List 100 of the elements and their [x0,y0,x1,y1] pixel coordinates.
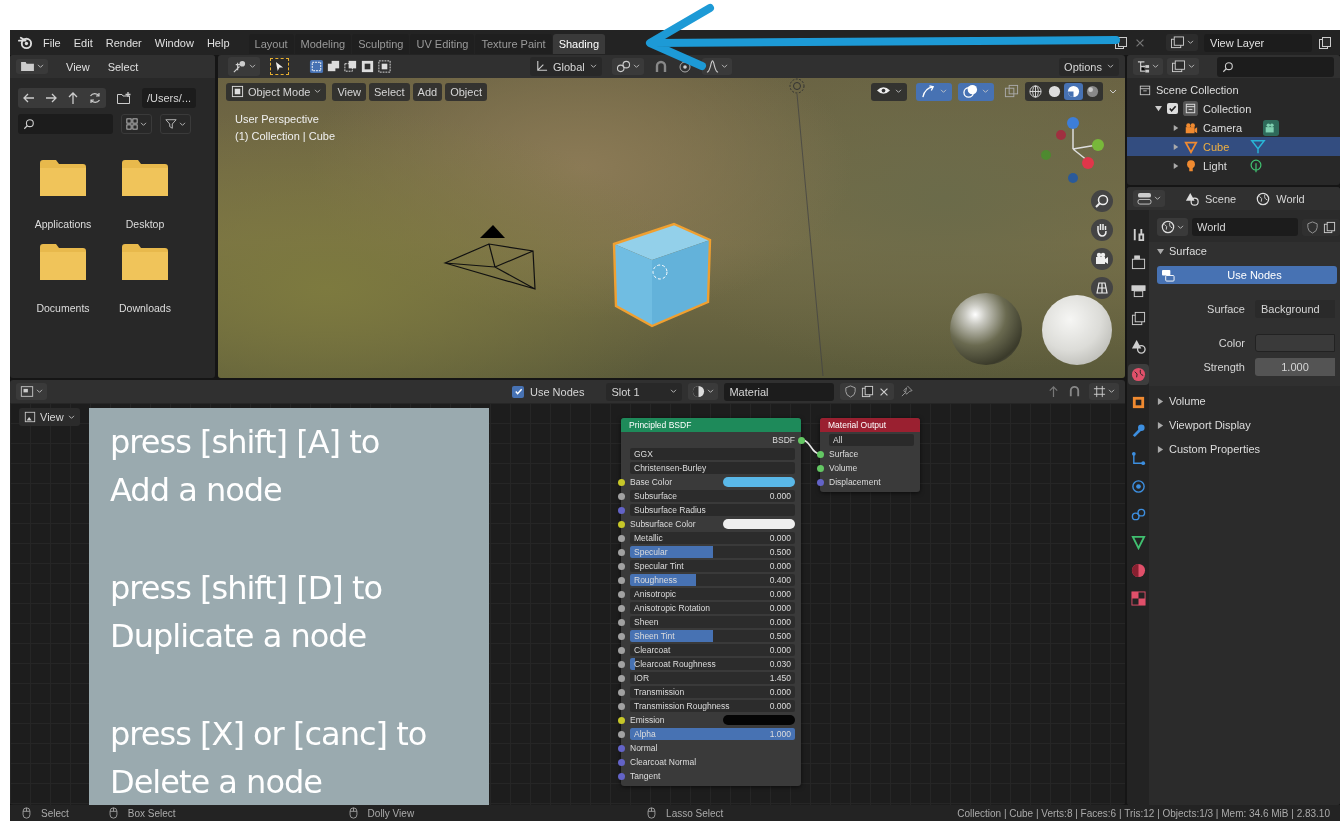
folder-name[interactable]: Documents [36,302,90,314]
value-slider[interactable]: Sheen 0.000 [630,616,795,628]
menu-item[interactable]: View [66,60,90,73]
material-name-field[interactable]: Material [724,382,835,401]
zoom-icon[interactable] [1091,190,1113,212]
folder-name[interactable]: Desktop [125,218,165,230]
workspace-tab[interactable]: Texture Paint [475,33,552,54]
camera-data-icon[interactable] [1263,119,1280,136]
dropdown-field[interactable]: Background [1255,300,1335,318]
use-nodes-checkbox[interactable]: Use Nodes [512,385,585,398]
display-mode-button[interactable] [121,114,152,134]
outliner-row[interactable]: Scene Collection [1127,80,1340,99]
socket-icon[interactable] [797,436,805,444]
up-arrow-icon[interactable] [66,91,80,105]
snap-button[interactable] [611,58,644,75]
orientation-dropdown[interactable]: Global [530,57,602,76]
context-tab[interactable]: World [1256,191,1305,206]
outliner-row[interactable]: Collection [1127,99,1340,118]
world-browse-button[interactable] [1157,218,1188,236]
node-dropdown[interactable]: GGX [630,448,795,460]
panel-header[interactable]: Surface [1149,242,1340,260]
overlay-button[interactable] [958,82,994,101]
panel-header[interactable]: Custom Properties [1157,440,1340,458]
menu-button[interactable]: Object [445,82,487,101]
color-swatch[interactable] [723,477,795,487]
mesh-data-icon[interactable] [1250,138,1267,155]
search-field[interactable] [1217,56,1334,77]
slot-dropdown[interactable]: Slot 1 [606,382,683,401]
select-intersect-icon[interactable] [377,59,392,74]
workspace-tab[interactable]: Modeling [294,33,352,54]
options-dropdown[interactable]: Options [1059,57,1119,76]
menu-item[interactable]: File [43,36,61,49]
panel-header[interactable]: Volume [1157,392,1340,410]
workspace-tab[interactable]: Layout [248,33,294,54]
shader-node[interactable]: Material Output All Surface Volume Displacement [820,418,920,492]
value-slider[interactable]: Sheen Tint 0.500 [630,630,795,642]
display-mode-button[interactable] [1167,58,1199,75]
folder-name[interactable]: Applications [34,218,92,230]
checkbox[interactable] [1167,103,1178,114]
outliner-row[interactable]: Cube [1127,137,1340,156]
menu-item[interactable]: Select [107,60,139,73]
value-slider[interactable]: Transmission 0.000 [630,686,795,698]
copy-icon[interactable] [861,385,875,398]
color-swatch[interactable] [723,715,795,725]
color-swatch[interactable] [1255,334,1335,352]
grid-icon[interactable] [1091,277,1113,299]
parent-arrow-icon[interactable] [1047,385,1060,398]
visibility-button[interactable] [871,82,907,101]
falloff-button[interactable] [701,58,732,75]
expand-triangle-icon[interactable] [1173,162,1179,169]
expand-triangle-icon[interactable] [1155,105,1162,112]
mode-dropdown[interactable]: Object Mode [226,82,327,101]
folder-icon[interactable] [40,244,86,280]
menu-button[interactable]: Add [412,82,443,101]
menu-item[interactable]: Edit [73,36,93,49]
camera-icon[interactable] [1091,248,1113,270]
value-slider[interactable]: Clearcoat 0.000 [630,644,795,656]
editor-type-button[interactable] [1133,190,1165,207]
value-slider[interactable]: Metallic 0.000 [630,532,795,544]
magnet-icon[interactable] [653,59,668,74]
context-tab[interactable]: Scene [1185,191,1237,206]
snap-icon[interactable] [1068,385,1081,398]
workspace-tab[interactable]: Shading [552,33,606,54]
node-dropdown[interactable]: All [829,434,914,446]
folder-icon[interactable] [122,244,168,280]
value-slider[interactable]: Specular Tint 0.000 [630,560,795,572]
menu-button[interactable]: View [332,82,367,101]
value-slider[interactable]: Anisotropic Rotation 0.000 [630,602,795,614]
view-layer-field[interactable]: View Layer [1204,33,1312,52]
expand-triangle-icon[interactable] [1173,124,1179,131]
copy-icon[interactable] [1114,35,1128,50]
value-slider[interactable]: Roughness 0.400 [630,574,795,586]
proportional-edit-icon[interactable] [677,59,692,74]
value-slider[interactable]: Alpha 1.000 [630,728,795,740]
color-swatch[interactable] [723,519,795,529]
properties-tab[interactable] [1127,364,1149,385]
refresh-icon[interactable] [88,91,102,105]
folder-icon[interactable] [122,160,168,196]
search-field[interactable] [18,114,113,134]
folder-icon[interactable] [40,160,86,196]
value-slider[interactable]: Subsurface 0.000 [630,490,795,502]
select-tool-button[interactable] [270,58,289,75]
editor-type-button[interactable] [16,59,48,74]
forward-arrow-icon[interactable] [44,91,58,105]
value-slider[interactable]: Transmission Roughness 0.000 [630,700,795,712]
shield-icon[interactable] [1306,220,1319,234]
copy-icon[interactable] [1323,220,1336,234]
editor-type-button[interactable] [16,383,47,400]
select-extend-icon[interactable] [326,59,341,74]
menu-button[interactable]: Select [369,82,410,101]
node-dropdown[interactable]: Subsurface Radius [630,504,795,516]
outliner-row[interactable]: Camera [1127,118,1340,137]
select-subtract-icon[interactable] [343,59,358,74]
caret-icon[interactable] [1109,88,1117,95]
number-field[interactable]: IOR 1.450 [630,672,795,684]
new-folder-icon[interactable] [116,91,132,105]
shield-icon[interactable] [844,385,858,398]
back-arrow-icon[interactable] [22,91,36,105]
transform-pivot-button[interactable] [228,57,260,76]
menu-item[interactable]: Help [206,36,230,49]
